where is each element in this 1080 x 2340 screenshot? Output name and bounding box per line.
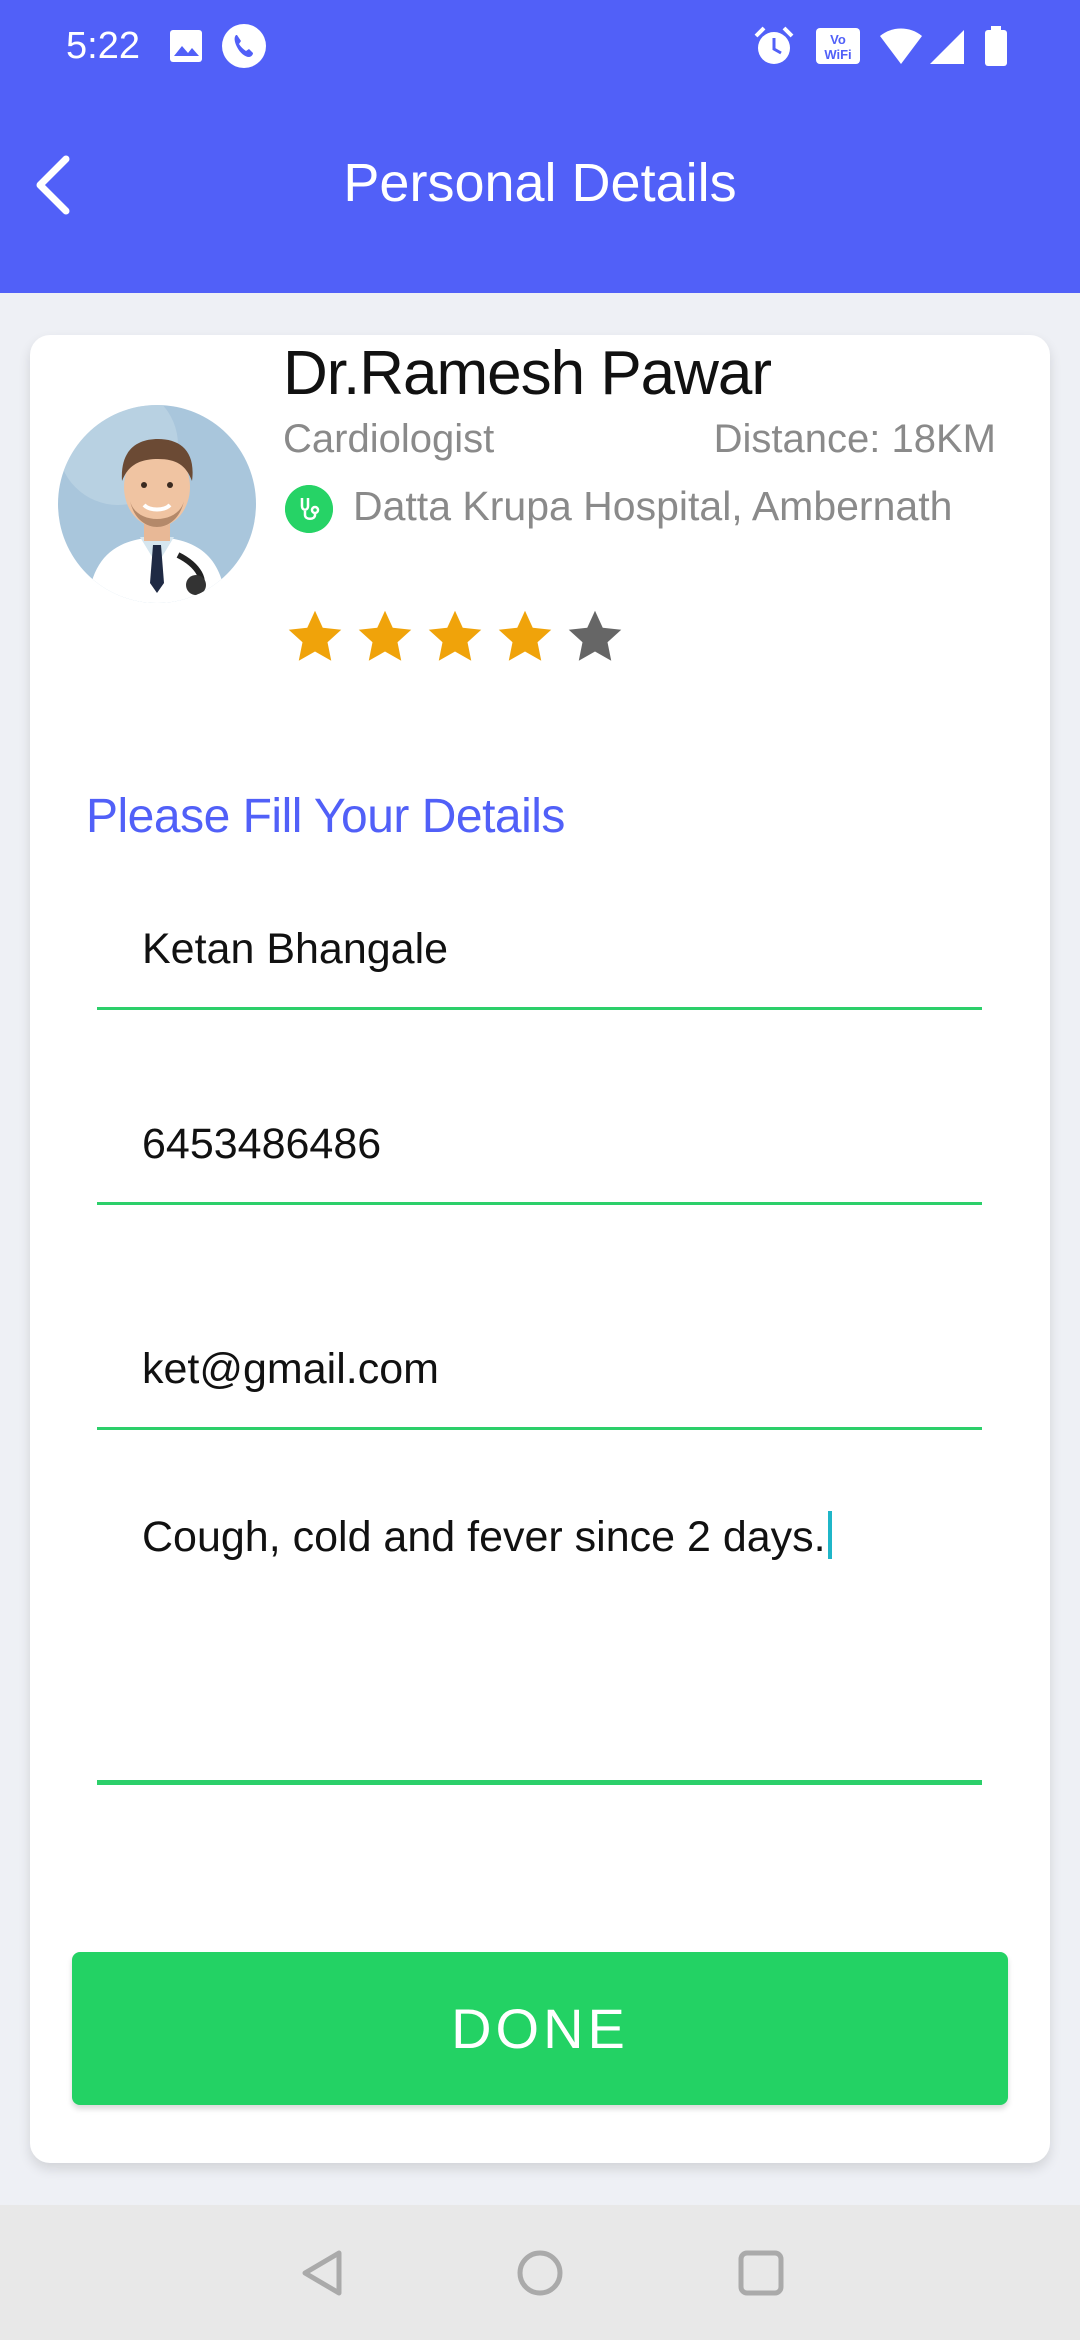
symptoms-field[interactable]: Cough, cold and fever since 2 days.: [97, 1470, 982, 1785]
doctor-distance: Distance: 18KM: [713, 417, 996, 461]
symptoms-field-value: Cough, cold and fever since 2 days.: [142, 1510, 832, 1564]
done-button[interactable]: DONE: [72, 1952, 1008, 2105]
svg-text:WiFi: WiFi: [824, 47, 851, 62]
svg-text:Vo: Vo: [830, 32, 846, 47]
alarm-icon: [754, 26, 794, 64]
text-cursor: [827, 1511, 832, 1559]
doctor-avatar: [58, 405, 256, 603]
battery-icon: [985, 26, 1007, 66]
status-bar: 5:22 Vo WiFi: [0, 0, 1080, 93]
phone-field[interactable]: 6453486486: [97, 1075, 982, 1205]
form-heading: Please Fill Your Details: [86, 790, 565, 843]
symptoms-text: Cough, cold and fever since 2 days.: [142, 1513, 826, 1561]
email-field-value: ket@gmail.com: [142, 1345, 439, 1393]
nav-back-icon[interactable]: [295, 2245, 351, 2301]
doctor-specialty: Cardiologist: [283, 417, 495, 461]
nav-home-icon[interactable]: [512, 2245, 568, 2301]
status-time: 5:22: [66, 25, 140, 67]
star-filled-icon: [428, 610, 482, 661]
star-filled-icon: [498, 610, 552, 661]
signal-icon: [930, 30, 964, 64]
name-field[interactable]: Ketan Bhangale: [97, 880, 982, 1010]
wifi-icon: [880, 28, 922, 64]
nav-recents-icon[interactable]: [733, 2245, 789, 2301]
doctor-name: Dr.Ramesh Pawar: [283, 339, 772, 408]
page-title: Personal Details: [343, 153, 737, 213]
phone-field-value: 6453486486: [142, 1120, 382, 1168]
stethoscope-icon: [285, 485, 333, 533]
rating-stars: [285, 607, 625, 677]
phone-call-icon: [222, 24, 266, 68]
star-empty-icon: [568, 610, 622, 661]
email-field[interactable]: ket@gmail.com: [97, 1300, 982, 1430]
star-filled-icon: [288, 610, 342, 661]
image-icon: [170, 30, 202, 62]
hospital-name: Datta Krupa Hospital, Ambernath: [353, 483, 953, 529]
vowifi-icon: Vo WiFi: [816, 28, 860, 64]
name-field-value: Ketan Bhangale: [142, 925, 449, 973]
star-filled-icon: [358, 610, 412, 661]
